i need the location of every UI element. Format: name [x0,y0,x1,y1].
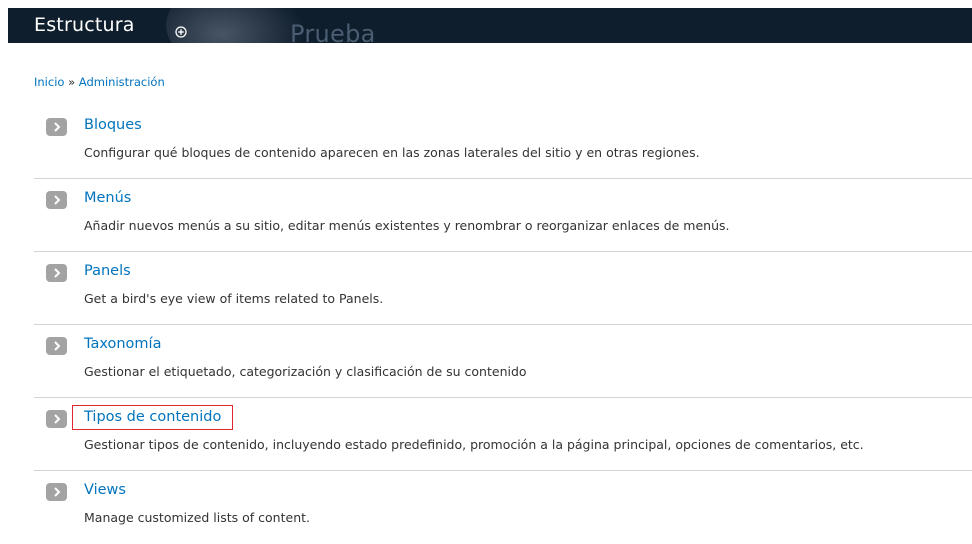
views-description: Manage customized lists of content. [84,510,310,525]
list-item-taxonomia: Taxonomía Gestionar el etiquetado, categ… [34,325,972,398]
panels-link[interactable]: Panels [84,263,131,279]
bloques-link[interactable]: Bloques [84,117,142,133]
bloques-description: Configurar qué bloques de contenido apar… [84,145,700,160]
menus-link[interactable]: Menús [84,190,131,206]
chevron-right-icon [46,191,67,209]
breadcrumb-admin-link[interactable]: Administración [79,75,165,89]
list-item-tipos-de-contenido: Tipos de contenido Gestionar tipos de co… [34,398,972,471]
chevron-right-icon [46,483,67,501]
chevron-right-icon [46,410,67,428]
menus-description: Añadir nuevos menús a su sitio, editar m… [84,218,730,233]
list-item-views: Views Manage customized lists of content… [34,471,972,544]
tipos-de-contenido-link[interactable]: Tipos de contenido [72,405,234,430]
chevron-right-icon [46,118,67,136]
list-item-panels: Panels Get a bird's eye view of items re… [34,252,972,325]
site-name[interactable]: Prueba [290,20,376,43]
circle-plus-icon[interactable] [175,23,187,38]
taxonomia-description: Gestionar el etiquetado, categorización … [84,364,527,379]
list-item-menus: Menús Añadir nuevos menús a su sitio, ed… [34,179,972,252]
header-decoration [166,8,306,43]
breadcrumb-home-link[interactable]: Inicio [34,75,64,89]
tipos-de-contenido-description: Gestionar tipos de contenido, incluyendo… [84,437,864,452]
taxonomia-link[interactable]: Taxonomía [84,336,161,352]
breadcrumb: Inicio » Administración [34,75,165,89]
chevron-right-icon [46,264,67,282]
panels-description: Get a bird's eye view of items related t… [84,291,384,306]
page-title: Estructura [34,14,135,36]
breadcrumb-separator: » [68,75,76,89]
admin-list: Bloques Configurar qué bloques de conten… [34,106,972,544]
chevron-right-icon [46,337,67,355]
page-header: Estructura Prueba [8,8,972,43]
list-item-bloques: Bloques Configurar qué bloques de conten… [34,106,972,179]
views-link[interactable]: Views [84,482,126,498]
